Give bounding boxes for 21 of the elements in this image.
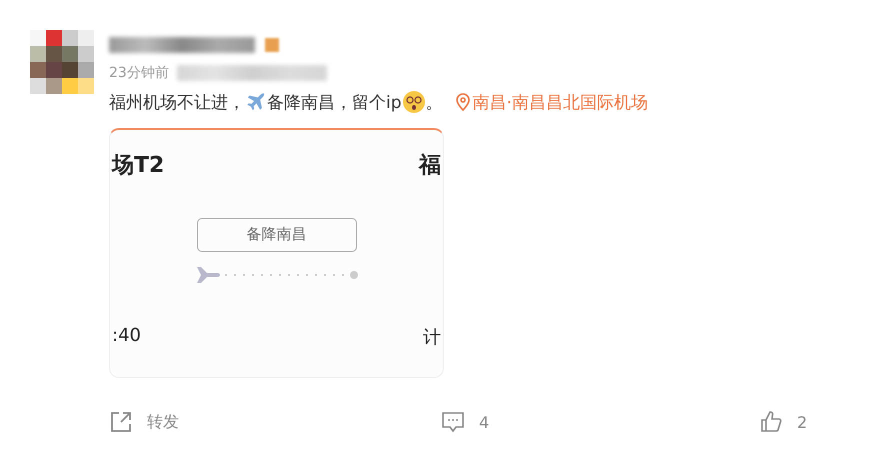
- like-button[interactable]: 2: [759, 410, 859, 434]
- dizzy-face-emoji-icon: [402, 90, 426, 114]
- airplane-emoji-icon: [245, 91, 267, 113]
- post-text: 。: [426, 92, 443, 114]
- repost-button[interactable]: 转发: [109, 410, 441, 434]
- destination-city: 福: [419, 152, 441, 180]
- badge-icon: [265, 38, 279, 52]
- arrival-label: 计: [423, 326, 441, 349]
- flight-card[interactable]: 场T2 福 备降南昌 :40 计: [109, 128, 444, 378]
- comment-icon: [441, 411, 465, 433]
- avatar-pixelated[interactable]: [30, 30, 94, 94]
- flight-status-tag: 备降南昌: [196, 218, 356, 252]
- origin-airport: 场T2: [112, 152, 164, 180]
- post-time: 23分钟前: [109, 64, 169, 82]
- share-icon: [109, 410, 133, 434]
- departure-time: :40: [112, 325, 141, 348]
- thumbs-up-icon: [759, 410, 783, 434]
- post-text: 福州机场不让进，: [109, 92, 245, 114]
- location-pin-icon: [454, 93, 471, 111]
- post-text: 备降南昌，留个ip: [267, 92, 402, 114]
- comment-button[interactable]: 4: [441, 410, 759, 434]
